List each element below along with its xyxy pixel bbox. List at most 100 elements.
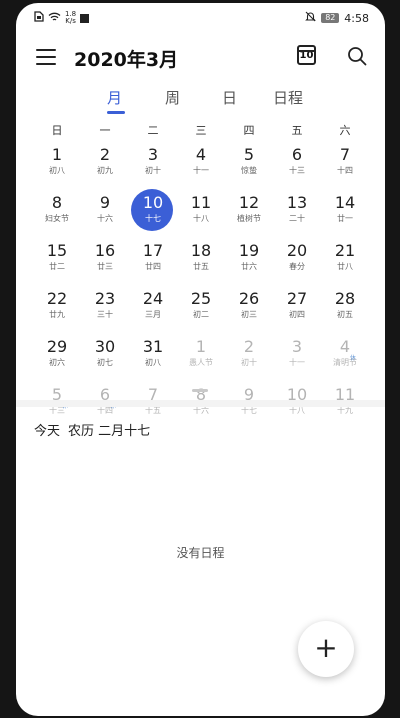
sim-icon [34, 11, 44, 25]
day-cell[interactable]: 26 初三 [225, 287, 273, 333]
lunar-date: 初四 [289, 310, 305, 319]
status-right: 82 4:58 [305, 11, 369, 25]
lunar-date: 廿九 [49, 310, 65, 319]
day-number: 26 [238, 289, 260, 308]
day-cell[interactable]: 1 初八 [33, 143, 81, 189]
day-cell[interactable]: 18 廿五 [177, 239, 225, 285]
search-icon[interactable] [347, 46, 367, 66]
day-cell[interactable]: 30 初七 [81, 335, 129, 381]
weekday-header: 日 一 二 三 四 五 六 [16, 122, 385, 138]
status-bar: 1.8 K/s 82 4:58 [16, 3, 385, 33]
day-cell[interactable]: 9 十六 [81, 191, 129, 237]
day-number: 17 [142, 241, 164, 260]
day-cell[interactable]: 12 植树节 [225, 191, 273, 237]
lunar-date: 十四 [337, 166, 353, 175]
day-number: 9 [99, 193, 111, 212]
day-cell[interactable]: 5 惊蛰 [225, 143, 273, 189]
weekday-fri: 五 [291, 124, 303, 137]
day-cell[interactable]: 25 初二 [177, 287, 225, 333]
lunar-date: 初五 [337, 310, 353, 319]
day-cell[interactable]: 2 初十 [225, 335, 273, 381]
day-number: 22 [46, 289, 68, 308]
day-number: 3 [147, 145, 159, 164]
today-calendar-icon[interactable]: 10 [297, 45, 316, 65]
day-cell[interactable]: 8 妇女节 [33, 191, 81, 237]
day-number: 21 [334, 241, 356, 260]
wifi-icon [48, 12, 61, 25]
lunar-date: 廿五 [193, 262, 209, 271]
day-cell[interactable]: 3 初十 [129, 143, 177, 189]
lunar-date: 惊蛰 [241, 166, 257, 175]
lunar-date: 初二 [193, 310, 209, 319]
day-number: 25 [190, 289, 212, 308]
day-cell[interactable]: 1 愚人节 [177, 335, 225, 381]
weekday-wed: 三 [195, 124, 207, 137]
day-number: 15 [46, 241, 68, 260]
day-cell[interactable]: 19 廿六 [225, 239, 273, 285]
lunar-date: 初九 [97, 166, 113, 175]
lunar-date: 廿六 [241, 262, 257, 271]
lunar-date: 十七 [145, 214, 161, 223]
day-cell[interactable]: 20 春分 [273, 239, 321, 285]
lunar-date: 春分 [289, 262, 305, 271]
day-cell[interactable]: 11 十八 [177, 191, 225, 237]
section-divider [16, 400, 385, 407]
tab-day[interactable]: 日 [222, 87, 237, 108]
day-cell[interactable]: 22 廿九 [33, 287, 81, 333]
drag-handle[interactable] [192, 389, 208, 392]
day-cell[interactable]: 29 初六 [33, 335, 81, 381]
day-number: 2 [243, 337, 255, 356]
day-cell[interactable]: 28 初五 [321, 287, 369, 333]
day-number: 19 [238, 241, 260, 260]
day-cell[interactable]: 3 十一 [273, 335, 321, 381]
add-event-button[interactable]: + [298, 621, 354, 677]
day-cell[interactable]: 6 十三 [273, 143, 321, 189]
day-number: 10 [142, 193, 164, 212]
lunar-date: 三月 [145, 310, 161, 319]
day-cell[interactable]: 14 廿一 [321, 191, 369, 237]
agenda-header: 今天 农历 二月十七 [34, 420, 158, 439]
month-title[interactable]: 2020年3月 [74, 45, 178, 72]
lunar-date: 廿二 [49, 262, 65, 271]
day-cell[interactable]: 27 初四 [273, 287, 321, 333]
day-cell[interactable]: 17 廿四 [129, 239, 177, 285]
day-number: 1 [195, 337, 207, 356]
day-number: 31 [142, 337, 164, 356]
day-cell-selected[interactable]: 10 十七 [129, 189, 177, 237]
app-header: 2020年3月 10 [16, 39, 385, 79]
day-cell[interactable]: 7 十四 [321, 143, 369, 189]
mute-bell-icon [305, 11, 317, 25]
day-number: 4 [195, 145, 207, 164]
day-number: 8 [51, 193, 63, 212]
day-number: 12 [238, 193, 260, 212]
weekday-mon: 一 [99, 124, 111, 137]
lunar-date: 清明节 [333, 358, 357, 367]
tab-month[interactable]: 月 [107, 87, 122, 108]
lunar-date: 廿三 [97, 262, 113, 271]
day-cell[interactable]: 21 廿八 [321, 239, 369, 285]
tab-agenda[interactable]: 日程 [273, 87, 303, 108]
lunar-date: 三十 [97, 310, 113, 319]
day-number: 28 [334, 289, 356, 308]
day-cell[interactable]: 4 十一 [177, 143, 225, 189]
lunar-date-label: 农历 二月十七 [68, 424, 151, 439]
day-cell[interactable]: 23 三十 [81, 287, 129, 333]
day-number: 6 [291, 145, 303, 164]
day-cell[interactable]: 15 廿二 [33, 239, 81, 285]
day-cell[interactable]: 4 清明节休 [321, 335, 369, 381]
lunar-date: 十三 [289, 166, 305, 175]
tab-week[interactable]: 周 [165, 87, 180, 108]
day-cell[interactable]: 16 廿三 [81, 239, 129, 285]
day-cell[interactable]: 31 初八 [129, 335, 177, 381]
day-number: 1 [51, 145, 63, 164]
day-number: 11 [190, 193, 212, 212]
day-cell[interactable]: 24 三月 [129, 287, 177, 333]
lunar-date: 十一 [289, 358, 305, 367]
menu-icon[interactable] [36, 49, 56, 65]
lunar-date: 初七 [97, 358, 113, 367]
lunar-date: 二十 [289, 214, 305, 223]
day-cell[interactable]: 2 初九 [81, 143, 129, 189]
day-cell[interactable]: 13 二十 [273, 191, 321, 237]
day-number: 13 [286, 193, 308, 212]
day-number: 23 [94, 289, 116, 308]
